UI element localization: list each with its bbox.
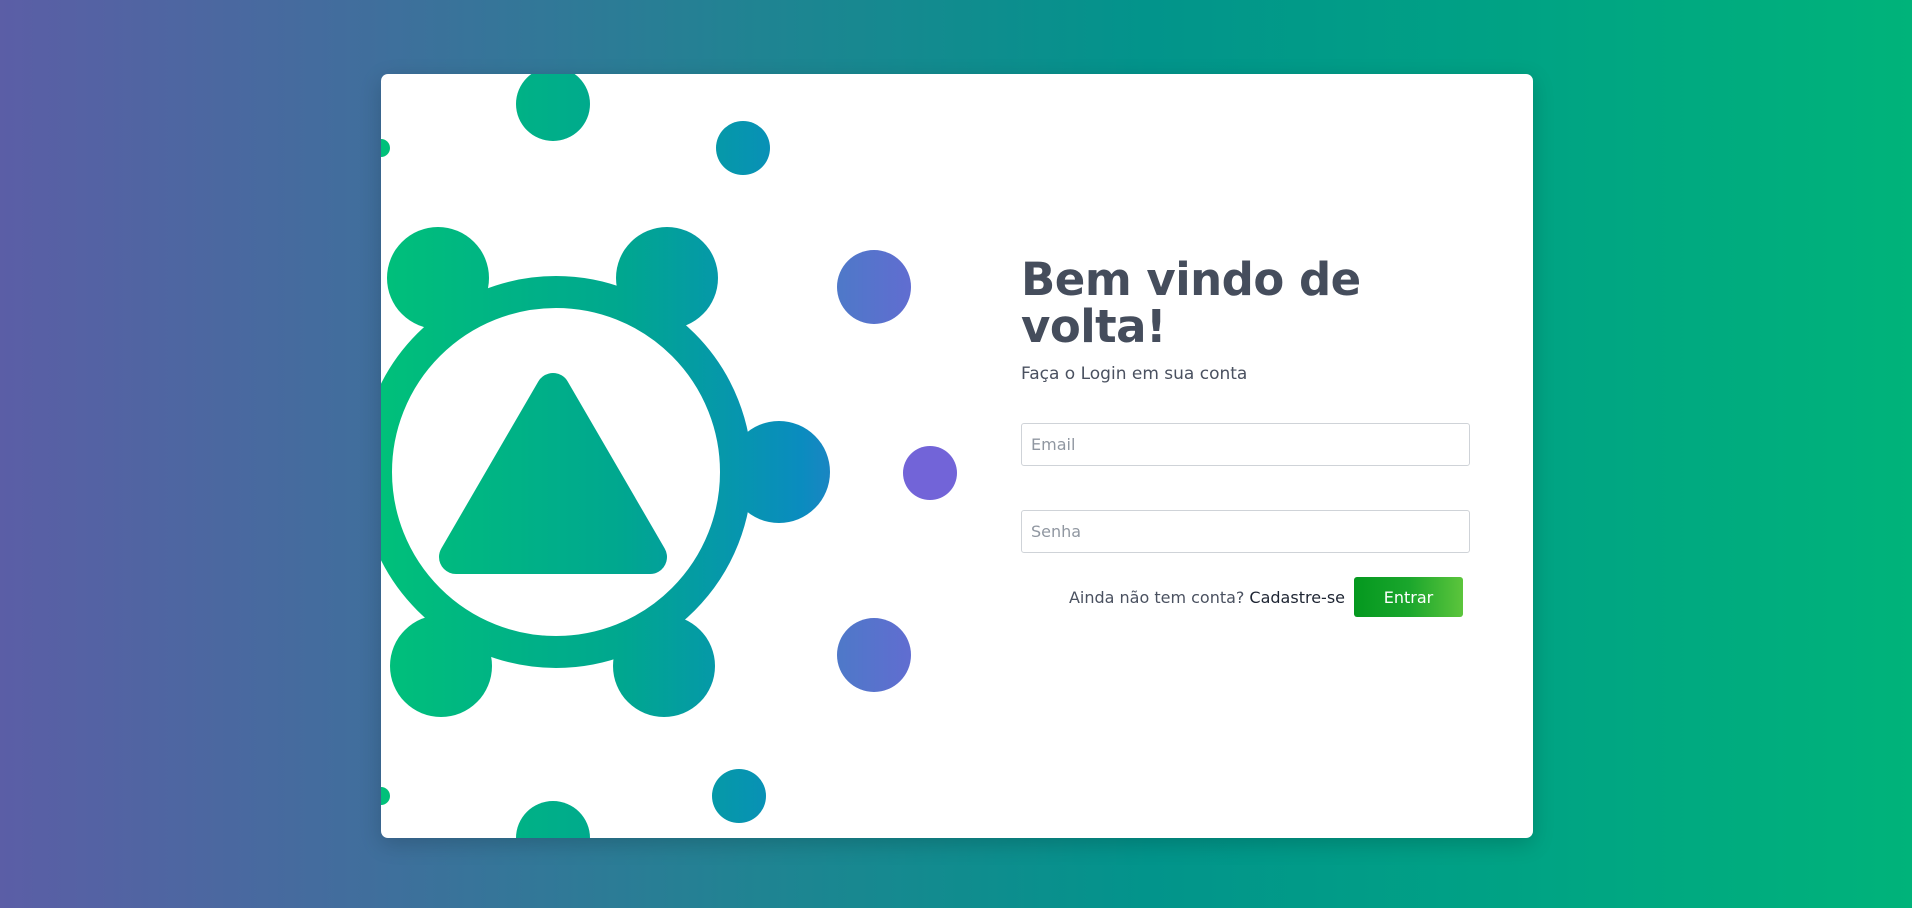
email-field[interactable]	[1021, 423, 1470, 466]
password-field[interactable]	[1021, 510, 1470, 553]
form-actions: Ainda não tem conta? Cadastre-se Entrar	[1021, 577, 1471, 617]
signup-prompt: Ainda não tem conta?	[1068, 587, 1245, 607]
triangle-logo-icon	[439, 373, 667, 574]
page-title: Bem vindo de volta!	[1021, 253, 1361, 353]
network-illustration	[381, 74, 957, 838]
floating-dot-icon	[381, 74, 957, 838]
page-subtitle: Faça o Login em sua conta	[1021, 364, 1248, 384]
login-form: Bem vindo de volta! Faça o Login em sua …	[1021, 256, 1471, 617]
signup-link[interactable]: Cadastre-se	[1249, 588, 1345, 607]
login-button[interactable]: Entrar	[1354, 577, 1463, 617]
login-card: Bem vindo de volta! Faça o Login em sua …	[381, 74, 1533, 838]
